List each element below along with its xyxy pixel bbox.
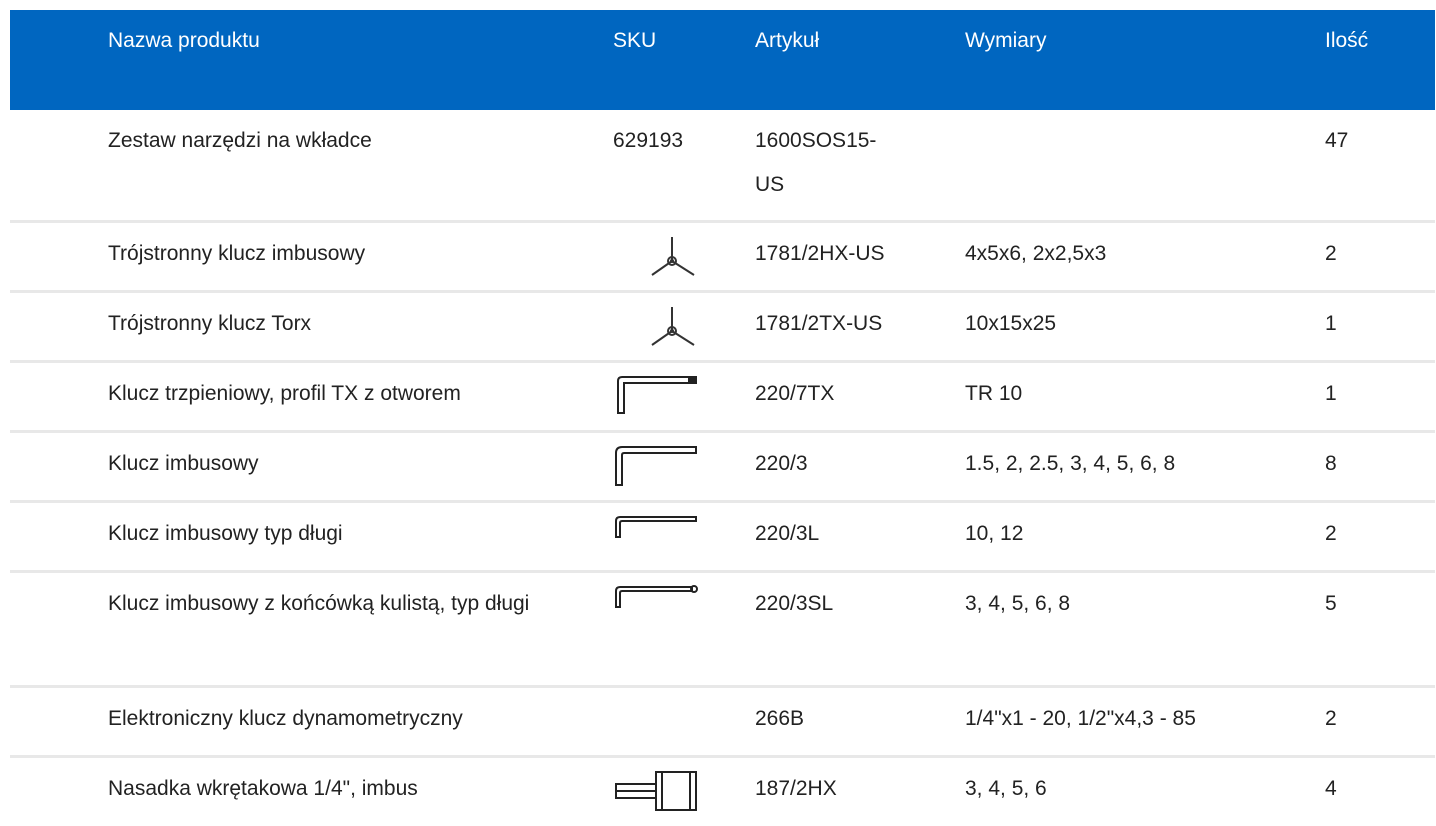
header-article[interactable]: Artykuł	[755, 19, 935, 63]
product-article: 220/3	[755, 452, 808, 475]
header-quantity[interactable]: Ilość	[1325, 19, 1405, 63]
header-sku[interactable]: SKU	[613, 19, 723, 63]
product-name: Klucz trzpieniowy, profil TX z otworem	[108, 382, 461, 405]
product-dimensions: TR 10	[965, 382, 1023, 405]
product-name: Trójstronny klucz Torx	[108, 312, 312, 335]
product-article: 1600SOS15-US	[755, 129, 877, 196]
product-name: Klucz imbusowy	[108, 452, 259, 475]
product-name: Klucz imbusowy typ długi	[108, 522, 343, 545]
product-sku: 629193	[613, 129, 684, 152]
product-name: Nasadka wkrętakowa 1/4", imbus	[108, 777, 418, 800]
product-quantity: 8	[1325, 452, 1337, 475]
product-article: 1781/2TX-US	[755, 312, 883, 335]
l-key-icon	[610, 443, 700, 493]
product-article: 187/2HX	[755, 777, 837, 800]
product-article: 220/3L	[755, 522, 820, 545]
product-quantity: 4	[1325, 777, 1337, 800]
table-row: Trójstronny klucz imbusowy 1781/2HX-US 4…	[10, 223, 1435, 293]
product-name: Zestaw narzędzi na wkładce	[108, 129, 372, 152]
l-key-long-icon	[610, 513, 700, 563]
table-row: Elektroniczny klucz dynamometryczny 266B…	[10, 688, 1435, 758]
product-name: Klucz imbusowy z końcówką kulistą, typ d…	[108, 592, 530, 615]
product-quantity: 1	[1325, 382, 1337, 405]
table-row: Klucz imbusowy z końcówką kulistą, typ d…	[10, 573, 1435, 688]
l-key-ball-icon	[610, 583, 700, 633]
y-key-icon	[610, 231, 700, 281]
product-article: 1781/2HX-US	[755, 242, 885, 265]
header-dimensions[interactable]: Wymiary	[965, 19, 1295, 63]
table-row: Klucz imbusowy typ długi 220/3L 10, 12 2	[10, 503, 1435, 573]
product-name: Elektroniczny klucz dynamometryczny	[108, 707, 463, 730]
product-article: 266B	[755, 707, 805, 730]
product-quantity: 2	[1325, 242, 1337, 265]
product-name: Trójstronny klucz imbusowy	[108, 242, 366, 265]
product-quantity: 1	[1325, 312, 1337, 335]
product-dimensions: 3, 4, 5, 6, 8	[965, 592, 1071, 615]
l-key-tx-icon	[610, 373, 700, 423]
product-quantity: 5	[1325, 592, 1337, 615]
product-quantity: 47	[1325, 129, 1349, 152]
product-dimensions: 4x5x6, 2x2,5x3	[965, 242, 1107, 265]
table-row: Klucz imbusowy 220/3 1.5, 2, 2.5, 3, 4, …	[10, 433, 1435, 503]
socket-bit-icon	[610, 766, 700, 816]
product-dimensions: 3, 4, 5, 6	[965, 777, 1047, 800]
table-row: Zestaw narzędzi na wkładce 629193 1600SO…	[10, 110, 1435, 223]
product-article: 220/3SL	[755, 592, 834, 615]
table-row: Trójstronny klucz Torx 1781/2TX-US 10x15…	[10, 293, 1435, 363]
product-quantity: 2	[1325, 522, 1337, 545]
y-key-icon	[610, 301, 700, 351]
product-dimensions: 1.5, 2, 2.5, 3, 4, 5, 6, 8	[965, 452, 1176, 475]
product-table: Nazwa produktu SKU Artykuł Wymiary Ilość…	[10, 10, 1435, 826]
table-header: Nazwa produktu SKU Artykuł Wymiary Ilość	[10, 10, 1435, 110]
product-dimensions: 1/4"x1 - 20, 1/2"x4,3 - 85	[965, 707, 1196, 730]
table-row: Klucz trzpieniowy, profil TX z otworem 2…	[10, 363, 1435, 433]
header-name[interactable]: Nazwa produktu	[108, 19, 578, 63]
product-article: 220/7TX	[755, 382, 835, 405]
product-quantity: 2	[1325, 707, 1337, 730]
product-dimensions: 10, 12	[965, 522, 1024, 545]
product-dimensions: 10x15x25	[965, 312, 1057, 335]
